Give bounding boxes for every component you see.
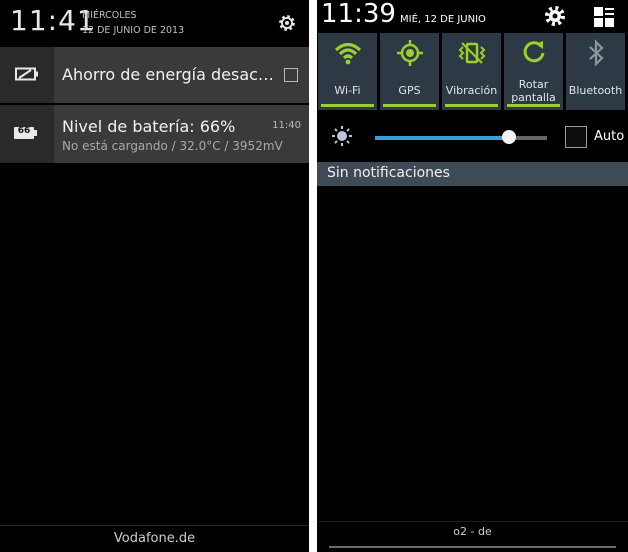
toggle-label-line1: Rotar	[518, 78, 549, 91]
toggle-label: Bluetooth	[568, 84, 623, 97]
toggle-active-bar	[445, 104, 498, 107]
weekday: MIÉRCOLES	[82, 10, 137, 21]
clock: 11:39	[321, 0, 396, 29]
brightness-slider-fill	[375, 136, 510, 140]
auto-brightness-checkbox[interactable]	[565, 126, 587, 148]
bottom-divider	[317, 521, 628, 522]
toggle-active-bar	[507, 104, 560, 107]
toggle-rotate-screen[interactable]: Rotar pantalla	[504, 33, 563, 110]
grid-menu-icon[interactable]	[593, 6, 615, 28]
left-notification-panel: 11:41 MIÉRCOLES 12 DE JUNIO DE 2013 Ahor…	[0, 0, 309, 552]
toggle-label: Vibración	[445, 84, 498, 97]
wifi-icon	[334, 42, 362, 65]
auto-brightness-label: Auto	[594, 129, 625, 144]
battery-level-icon: 66	[14, 126, 34, 139]
notification-time: 11:40	[272, 120, 301, 131]
right-notification-panel: 11:39 MIÉ, 12 DE JUNIO Wi-Fi GPS Vibraci…	[317, 0, 628, 552]
carrier-label: o2 - de	[453, 525, 492, 538]
toggle-label: GPS	[398, 84, 421, 97]
no-notifications-text: Sin notificaciones	[327, 165, 450, 181]
brightness-slider[interactable]	[375, 130, 547, 144]
date: MIÉ, 12 DE JUNIO	[400, 14, 486, 25]
carrier-label: Vodafone.de	[0, 525, 309, 552]
bluetooth-icon	[589, 39, 604, 67]
brightness-row: Auto	[317, 112, 628, 162]
brightness-sun-icon	[332, 126, 352, 146]
vibration-icon	[458, 42, 486, 64]
notification-battery-level[interactable]: 66 Nivel de batería: 66% No está cargand…	[0, 105, 309, 163]
power-saving-checkbox[interactable]	[284, 68, 298, 82]
gps-icon	[397, 40, 423, 66]
notification-title: Ahorro de energía desac…	[62, 65, 274, 84]
settings-gear-icon[interactable]	[276, 12, 298, 34]
settings-gear-icon[interactable]	[543, 4, 567, 28]
battery-saver-icon	[15, 67, 38, 81]
toggle-wifi[interactable]: Wi-Fi	[318, 33, 377, 110]
toggle-label-line2: pantalla	[511, 91, 556, 104]
toggle-label: Wi-Fi	[334, 84, 361, 97]
no-notifications-header: Sin notificaciones	[317, 162, 628, 186]
toggle-active-bar	[383, 104, 436, 107]
date: 12 DE JUNIO DE 2013	[82, 25, 185, 36]
notification-icon-box: 66	[0, 105, 54, 163]
toggle-vibration[interactable]: Vibración	[442, 33, 501, 110]
notification-icon-box	[0, 47, 54, 103]
toggle-gps[interactable]: GPS	[380, 33, 439, 110]
notification-power-saving[interactable]: Ahorro de energía desac…	[0, 47, 309, 103]
battery-badge: 66	[17, 126, 31, 136]
notification-title: Nivel de batería: 66%	[62, 117, 236, 136]
rotate-icon	[523, 41, 545, 63]
notification-subtitle: No está cargando / 32.0°C / 3952mV	[62, 139, 283, 153]
toggle-active-bar	[321, 104, 374, 107]
status-header: 11:41 MIÉRCOLES 12 DE JUNIO DE 2013	[0, 0, 309, 46]
brightness-slider-thumb[interactable]	[502, 130, 517, 144]
panel-drag-handle[interactable]	[329, 546, 616, 548]
toggle-bluetooth[interactable]: Bluetooth	[566, 33, 625, 110]
